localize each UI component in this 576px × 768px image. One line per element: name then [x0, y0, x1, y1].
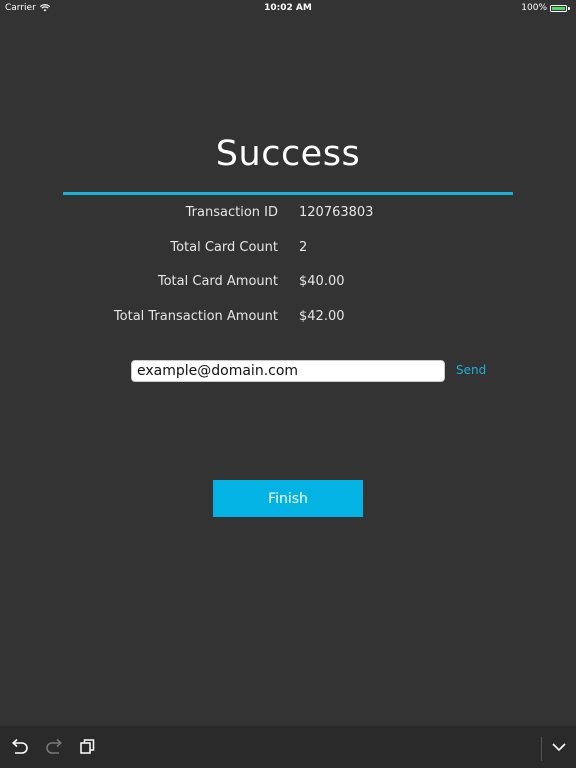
- status-battery: 100%: [521, 3, 570, 13]
- battery-icon: [550, 4, 567, 12]
- finish-button[interactable]: Finish: [213, 480, 363, 517]
- battery-tip: [568, 6, 570, 10]
- copy-button[interactable]: [77, 736, 99, 758]
- detail-label: Total Card Amount: [157, 274, 278, 289]
- undo-icon: [12, 738, 28, 754]
- copy-icon: [80, 739, 95, 754]
- status-bar: Carrier 10:02 AM 100%: [0, 0, 576, 16]
- detail-row-total-card-amount: Total Card Amount $40.00: [0, 274, 576, 294]
- detail-row-total-transaction-amount: Total Transaction Amount $42.00: [0, 309, 576, 329]
- status-time: 10:02 AM: [264, 3, 312, 13]
- page-title: Success: [215, 134, 361, 174]
- detail-value: 2: [299, 240, 308, 255]
- email-input[interactable]: [131, 360, 445, 382]
- detail-row-transaction-id: Transaction ID 120763803: [0, 205, 576, 225]
- detail-label: Transaction ID: [185, 205, 278, 220]
- send-button[interactable]: Send: [456, 363, 486, 377]
- title-divider: [63, 192, 513, 195]
- chevron-down-icon: [552, 743, 566, 752]
- detail-row-total-card-count: Total Card Count 2: [0, 240, 576, 260]
- redo-icon: [46, 738, 62, 754]
- undo-button[interactable]: [9, 736, 31, 758]
- detail-value: $40.00: [299, 274, 345, 289]
- detail-value: $42.00: [299, 309, 345, 324]
- detail-value: 120763803: [299, 205, 374, 220]
- toolbar-divider: [541, 737, 542, 761]
- bottom-toolbar: [0, 726, 576, 768]
- collapse-keyboard-button[interactable]: [548, 736, 570, 758]
- battery-fill: [552, 6, 565, 10]
- battery-percent: 100%: [521, 3, 547, 13]
- detail-label: Total Card Count: [170, 240, 278, 255]
- detail-label: Total Transaction Amount: [113, 309, 278, 324]
- redo-button[interactable]: [43, 736, 65, 758]
